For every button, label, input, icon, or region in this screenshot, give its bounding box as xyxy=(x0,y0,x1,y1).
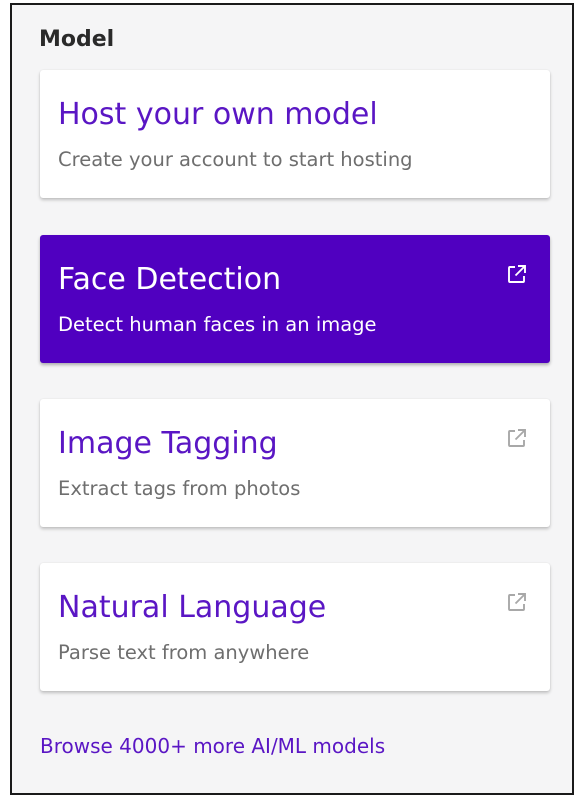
card-description: Parse text from anywhere xyxy=(58,641,310,664)
card-title: Natural Language xyxy=(58,590,327,625)
external-link-icon[interactable] xyxy=(506,263,528,285)
card-title: Face Detection xyxy=(58,262,282,297)
card-image-tagging[interactable]: Image Tagging Extract tags from photos xyxy=(40,399,550,527)
card-title: Host your own model xyxy=(58,97,378,132)
card-natural-language[interactable]: Natural Language Parse text from anywher… xyxy=(40,563,550,691)
card-host-own-model[interactable]: Host your own model Create your account … xyxy=(40,70,550,198)
card-description: Detect human faces in an image xyxy=(58,313,377,336)
section-title: Model xyxy=(39,27,115,52)
card-title: Image Tagging xyxy=(58,426,278,461)
external-link-icon[interactable] xyxy=(506,427,528,449)
browse-models-link[interactable]: Browse 4000+ more AI/ML models xyxy=(40,734,385,758)
external-link-icon[interactable] xyxy=(506,591,528,613)
model-panel: Model Host your own model Create your ac… xyxy=(10,3,574,795)
card-face-detection[interactable]: Face Detection Detect human faces in an … xyxy=(40,235,550,363)
card-description: Extract tags from photos xyxy=(58,477,301,500)
card-description: Create your account to start hosting xyxy=(58,148,413,171)
